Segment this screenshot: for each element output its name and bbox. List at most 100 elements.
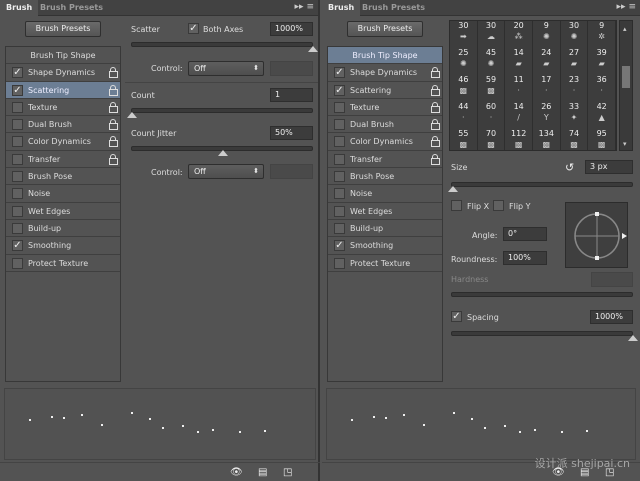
enable-checkbox[interactable]: ✓ xyxy=(12,67,23,79)
collapse-icon[interactable]: ▸▸ xyxy=(295,2,304,12)
brush-tip-cell[interactable]: 60 · xyxy=(478,102,506,129)
brush-tip-cell[interactable]: 14 ▰ xyxy=(505,48,533,75)
lock-icon[interactable] xyxy=(430,101,440,113)
enable-checkbox[interactable] xyxy=(334,101,345,113)
list-item[interactable]: ✓ Smoothing xyxy=(6,237,120,255)
brush-tip-cell[interactable]: 9 ✺ xyxy=(533,21,561,48)
brush-tip-cell[interactable]: 30 ➡ xyxy=(450,21,478,48)
count-input[interactable]: 1 xyxy=(270,88,313,102)
tab-brush[interactable]: Brush xyxy=(0,0,39,16)
brush-tip-cell[interactable]: 39 ▰ xyxy=(588,48,616,75)
new-preset-icon[interactable]: ◳ xyxy=(283,467,292,478)
list-item[interactable]: ✓ Shape Dynamics xyxy=(328,64,442,82)
slider-thumb[interactable] xyxy=(448,186,458,192)
enable-checkbox[interactable] xyxy=(334,188,345,200)
enable-checkbox[interactable] xyxy=(334,205,345,217)
slider-thumb[interactable] xyxy=(218,150,228,156)
size-input[interactable]: 3 px xyxy=(585,160,633,174)
brush-tip-cell[interactable]: 23 · xyxy=(561,75,589,102)
brush-tip-cell[interactable]: 11 · xyxy=(505,75,533,102)
enable-checkbox[interactable]: ✓ xyxy=(334,67,345,79)
enable-checkbox[interactable] xyxy=(334,136,345,148)
enable-checkbox[interactable] xyxy=(12,153,23,165)
spacing-slider[interactable] xyxy=(451,331,638,341)
slider-thumb[interactable] xyxy=(308,46,318,52)
brush-tip-cell[interactable]: 42 ▲ xyxy=(588,102,616,129)
enable-checkbox[interactable] xyxy=(334,222,345,234)
tab-brush-presets[interactable]: Brush Presets xyxy=(356,0,431,16)
reset-size-icon[interactable]: ↺ xyxy=(565,161,574,174)
grid-scrollbar[interactable]: ▴ ▾ xyxy=(619,20,633,151)
tab-brush[interactable]: Brush xyxy=(322,0,361,16)
brush-tip-cell[interactable]: 20 ⁂ xyxy=(505,21,533,48)
enable-checkbox[interactable] xyxy=(12,257,23,269)
toggle-live-tip-icon[interactable]: 👁 xyxy=(230,467,243,478)
scroll-thumb[interactable] xyxy=(622,66,630,88)
panel-menu-icon[interactable]: ≡ xyxy=(628,2,636,12)
brush-tip-cell[interactable]: 14 / xyxy=(505,102,533,129)
scatter-control-select[interactable]: Off ⬍ xyxy=(188,61,264,76)
angle-roundness-widget[interactable] xyxy=(565,202,628,268)
grid-view-icon[interactable]: ▤ xyxy=(258,467,267,478)
brush-tip-cell[interactable]: 59 ▩ xyxy=(478,75,506,102)
brush-tip-cell[interactable]: 30 ✺ xyxy=(561,21,589,48)
list-item[interactable]: Transfer xyxy=(6,151,120,169)
list-item[interactable]: Noise xyxy=(6,185,120,203)
enable-checkbox[interactable] xyxy=(334,257,345,269)
brush-tip-cell[interactable]: 112 ▩ xyxy=(505,129,533,150)
list-item-brush-tip-shape[interactable]: Brush Tip Shape xyxy=(328,47,442,65)
enable-checkbox[interactable] xyxy=(12,222,23,234)
panel-menu-icon[interactable]: ≡ xyxy=(306,2,314,12)
flip-x-checkbox[interactable] xyxy=(451,200,462,211)
roundness-input[interactable]: 100% xyxy=(503,251,547,265)
count-slider[interactable] xyxy=(127,108,313,118)
spacing-input[interactable]: 1000% xyxy=(590,310,633,324)
brush-tip-cell[interactable]: 95 ▩ xyxy=(588,129,616,150)
list-item[interactable]: Build-up xyxy=(6,220,120,238)
flip-y-checkbox[interactable] xyxy=(493,200,504,211)
enable-checkbox[interactable] xyxy=(12,119,23,131)
lock-icon[interactable] xyxy=(430,136,440,148)
list-item[interactable]: Wet Edges xyxy=(6,203,120,220)
brush-tip-cell[interactable]: 30 ☁ xyxy=(478,21,506,48)
lock-icon[interactable] xyxy=(108,67,118,79)
brush-tip-cell[interactable]: 70 ▩ xyxy=(478,129,506,150)
slider-thumb[interactable] xyxy=(628,335,638,341)
enable-checkbox[interactable] xyxy=(12,205,23,217)
lock-icon[interactable] xyxy=(430,67,440,79)
brush-presets-button[interactable]: Brush Presets xyxy=(347,21,423,37)
count-jitter-slider[interactable] xyxy=(131,146,313,156)
collapse-icon[interactable]: ▸▸ xyxy=(617,2,626,12)
lock-icon[interactable] xyxy=(430,84,440,96)
brush-tip-cell[interactable]: 55 ▩ xyxy=(450,129,478,150)
brush-tip-cell[interactable]: 17 · xyxy=(533,75,561,102)
enable-checkbox[interactable] xyxy=(12,188,23,200)
tab-brush-presets[interactable]: Brush Presets xyxy=(34,0,109,16)
scroll-up-icon[interactable]: ▴ xyxy=(623,25,627,33)
brush-tip-cell[interactable]: 134 ▩ xyxy=(533,129,561,150)
list-item[interactable]: Noise xyxy=(328,185,442,203)
list-item[interactable]: ✓ Scattering xyxy=(6,81,120,99)
brush-tip-cell[interactable]: 46 ▩ xyxy=(450,75,478,102)
brush-tip-cell[interactable]: 74 ▩ xyxy=(561,129,589,150)
lock-icon[interactable] xyxy=(430,153,440,165)
enable-checkbox[interactable] xyxy=(12,136,23,148)
angle-input[interactable]: 0° xyxy=(503,227,547,241)
scatter-slider[interactable] xyxy=(131,42,318,52)
list-item[interactable]: ✓ Scattering xyxy=(328,82,442,99)
list-item-brush-tip-shape[interactable]: Brush Tip Shape xyxy=(6,47,120,65)
lock-icon[interactable] xyxy=(108,119,118,131)
list-item[interactable]: Brush Pose xyxy=(328,168,442,186)
brush-tip-cell[interactable]: 33 ✦ xyxy=(561,102,589,129)
list-item[interactable]: Dual Brush xyxy=(6,116,120,134)
list-item[interactable]: Color Dynamics xyxy=(6,133,120,151)
spacing-checkbox[interactable]: ✓ xyxy=(451,311,462,322)
list-item[interactable]: Protect Texture xyxy=(6,255,120,272)
enable-checkbox[interactable] xyxy=(334,171,345,183)
count-jitter-control-select[interactable]: Off ⬍ xyxy=(188,164,264,179)
brush-tip-cell[interactable]: 25 ✺ xyxy=(450,48,478,75)
brush-tip-cell[interactable]: 45 ✺ xyxy=(478,48,506,75)
size-slider[interactable] xyxy=(448,182,633,192)
enable-checkbox[interactable] xyxy=(12,101,23,113)
list-item[interactable]: Wet Edges xyxy=(328,203,442,220)
